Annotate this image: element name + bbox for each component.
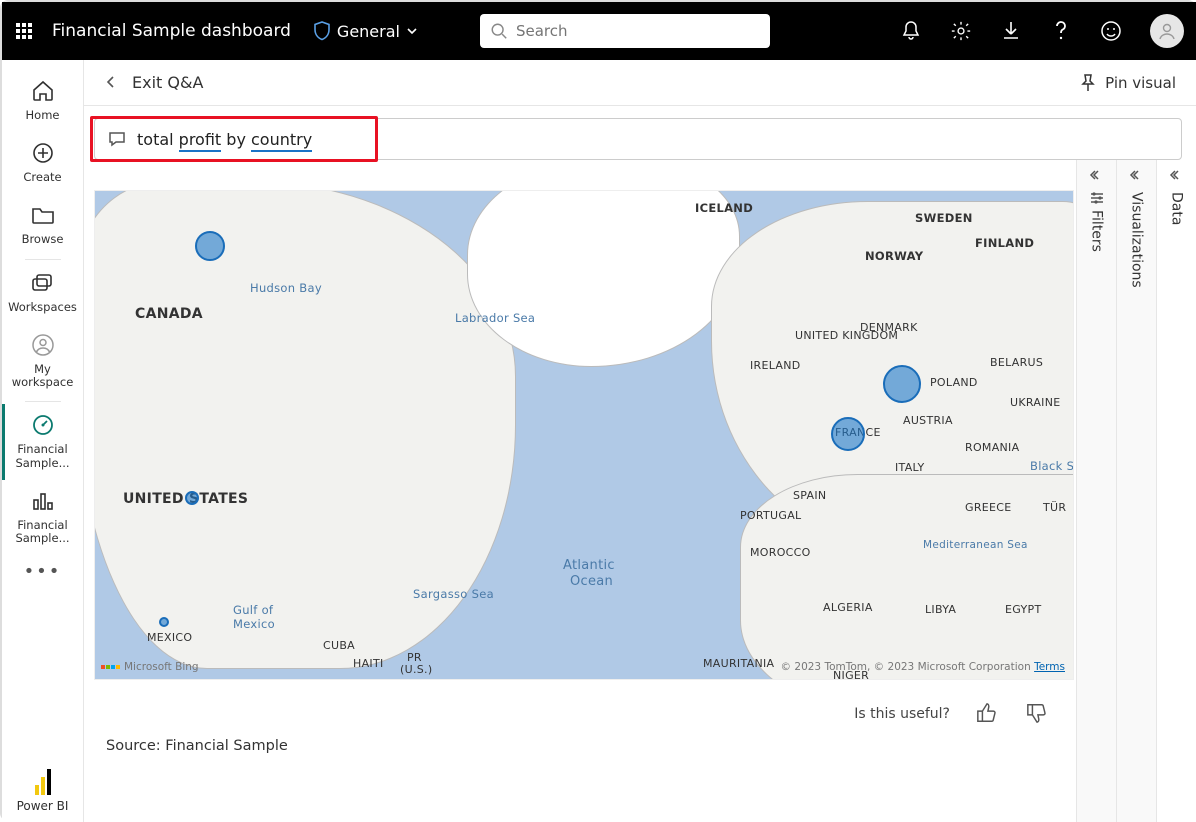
map-label: Labrador Sea — [455, 311, 535, 325]
folder-icon — [30, 202, 56, 228]
filter-sliders-icon — [1089, 190, 1105, 206]
help-icon[interactable] — [1050, 20, 1072, 42]
pin-icon — [1079, 73, 1097, 93]
home-icon — [30, 78, 56, 104]
map-visual[interactable]: ICELAND SWEDEN FINLAND NORWAY CANADA Hud… — [94, 190, 1074, 680]
map-attribution-bing: Microsoft Bing — [101, 661, 199, 673]
stack-icon — [30, 270, 56, 296]
sensitivity-selector[interactable]: General — [313, 21, 418, 41]
map-label: MEXICO — [147, 631, 192, 644]
nav-powerbi[interactable]: Power BI — [17, 769, 69, 813]
map-label: BELARUS — [990, 356, 1043, 369]
data-pane-toggle[interactable]: Data — [1156, 160, 1196, 822]
data-bubble-mexico[interactable] — [159, 617, 169, 627]
map-label: AUSTRIA — [903, 414, 953, 427]
chevron-collapse-icon — [1169, 168, 1185, 184]
thumbs-down-icon[interactable] — [1026, 702, 1050, 726]
map-label: Hudson Bay — [250, 281, 322, 295]
back-chevron-icon[interactable] — [104, 75, 120, 91]
nav-financial-sample-report[interactable]: Financial Sample... — [2, 480, 83, 555]
map-label: MAURITANIA — [703, 657, 774, 670]
filters-pane-toggle[interactable]: Filters — [1076, 160, 1116, 822]
speedometer-icon — [30, 412, 56, 438]
map-label: PORTUGAL — [740, 509, 801, 522]
map-label: MOROCCO — [750, 546, 811, 559]
pin-visual-button[interactable]: Pin visual — [1079, 73, 1176, 93]
map-label: FINLAND — [975, 236, 1034, 250]
map-label: SPAIN — [793, 489, 826, 502]
map-label: LIBYA — [925, 603, 956, 616]
exit-qa-button[interactable]: Exit Q&A — [132, 73, 203, 92]
map-label: Mediterranean Sea — [923, 539, 1028, 551]
search-input[interactable] — [516, 22, 760, 40]
feedback-bar: Is this useful? — [94, 680, 1076, 734]
data-bubble-canada[interactable] — [195, 231, 225, 261]
nav-create[interactable]: Create — [2, 132, 83, 194]
map-attribution: © 2023 TomTom, © 2023 Microsoft Corporat… — [781, 661, 1065, 673]
notifications-icon[interactable] — [900, 20, 922, 42]
map-label: DENMARK — [860, 321, 918, 334]
map-label: ROMANIA — [965, 441, 1019, 454]
page-title: Financial Sample dashboard — [52, 21, 291, 41]
feedback-smiley-icon[interactable] — [1100, 20, 1122, 42]
nav-financial-sample-dashboard[interactable]: Financial Sample... — [2, 404, 83, 479]
data-bubble-us[interactable] — [185, 491, 199, 505]
map-label: Atlantic — [563, 558, 615, 573]
map-label: SWEDEN — [915, 211, 973, 225]
map-label: GREECE — [965, 501, 1012, 514]
map-terms-link[interactable]: Terms — [1034, 661, 1065, 673]
left-nav: Home Create Browse Workspaces My workspa… — [2, 60, 84, 822]
map-label: POLAND — [930, 376, 978, 389]
plus-circle-icon — [30, 140, 56, 166]
nav-home[interactable]: Home — [2, 70, 83, 132]
nav-more-icon[interactable]: ••• — [24, 561, 62, 582]
nav-browse[interactable]: Browse — [2, 194, 83, 256]
map-label: EGYPT — [1005, 603, 1042, 616]
search-icon — [490, 22, 508, 40]
person-circle-icon — [30, 332, 56, 358]
nav-my-workspace[interactable]: My workspace — [2, 324, 83, 399]
chat-icon — [107, 129, 127, 149]
map-label: (U.S.) — [400, 663, 432, 676]
map-label: ICELAND — [695, 201, 753, 215]
qa-input[interactable]: total profit by country — [94, 118, 1182, 160]
map-label: TÜR — [1043, 501, 1066, 514]
chevron-collapse-icon — [1089, 168, 1105, 184]
chevron-down-icon — [406, 25, 418, 37]
visualizations-pane-toggle[interactable]: Visualizations — [1116, 160, 1156, 822]
chevron-collapse-icon — [1129, 168, 1145, 184]
map-label: CUBA — [323, 639, 355, 652]
powerbi-icon — [35, 769, 51, 795]
map-label: NORWAY — [865, 249, 923, 263]
map-label: Ocean — [570, 574, 613, 589]
feedback-prompt: Is this useful? — [854, 706, 950, 722]
map-label: HAITI — [353, 657, 384, 670]
nav-workspaces[interactable]: Workspaces — [2, 262, 83, 324]
source-label: Source: Financial Sample — [94, 734, 1076, 754]
map-label: Black S — [1030, 459, 1074, 473]
map-label: UKRAINE — [1010, 396, 1061, 409]
map-label: Sargasso Sea — [413, 587, 494, 601]
bar-chart-icon — [30, 488, 56, 514]
data-bubble-france[interactable] — [831, 417, 865, 451]
thumbs-up-icon[interactable] — [976, 702, 1000, 726]
download-icon[interactable] — [1000, 20, 1022, 42]
app-launcher-icon[interactable] — [14, 21, 34, 41]
map-label: CANADA — [135, 306, 203, 322]
user-avatar[interactable] — [1150, 14, 1184, 48]
map-label: ITALY — [895, 461, 925, 474]
qa-toolbar: Exit Q&A Pin visual — [84, 60, 1196, 106]
data-bubble-germany[interactable] — [883, 365, 921, 403]
map-label: ALGERIA — [823, 601, 873, 614]
sensitivity-label: General — [337, 22, 400, 41]
map-label: Gulf of — [233, 603, 273, 617]
top-bar: Financial Sample dashboard General — [2, 2, 1196, 60]
map-label: IRELAND — [750, 359, 801, 372]
map-label: Mexico — [233, 617, 275, 631]
search-box[interactable] — [480, 14, 770, 48]
shield-icon — [313, 21, 331, 41]
settings-gear-icon[interactable] — [950, 20, 972, 42]
